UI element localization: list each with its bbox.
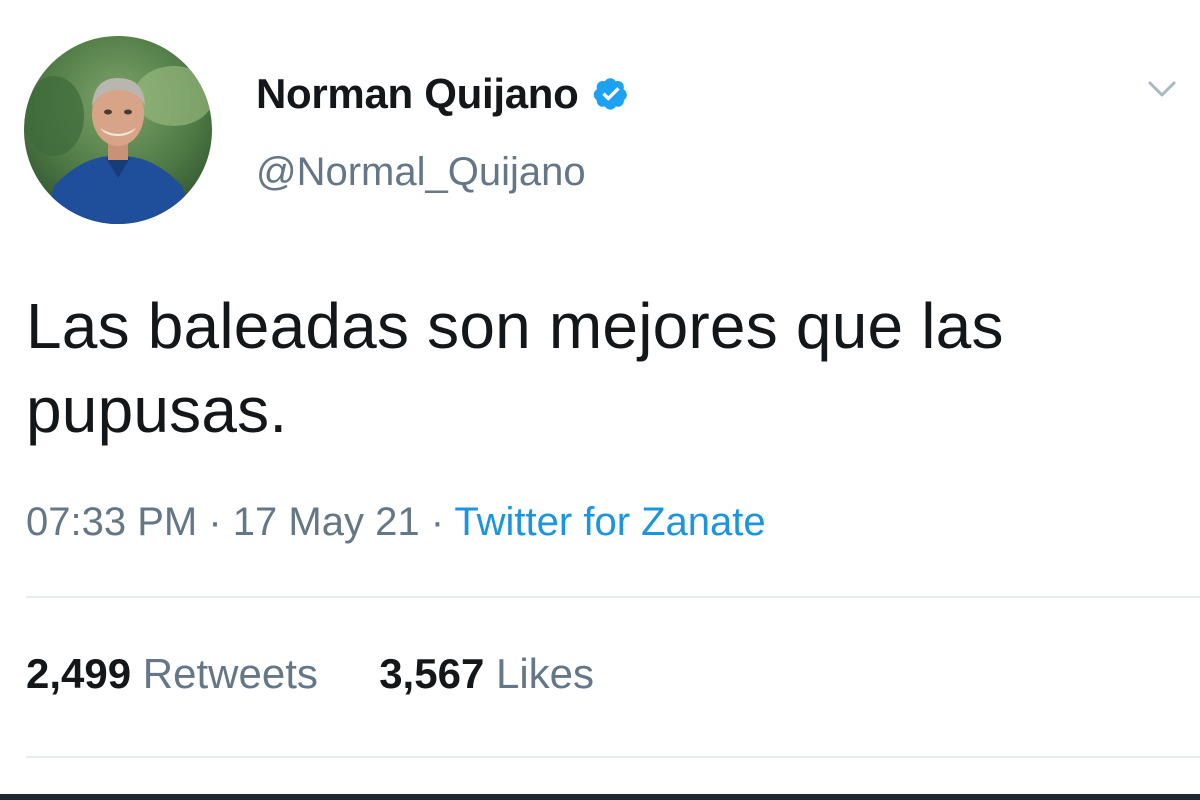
divider [26,596,1200,598]
retweets-stat[interactable]: 2,499 Retweets [26,650,330,697]
tweet-time[interactable]: 07:33 PM [26,500,197,544]
likes-label: Likes [495,650,595,697]
retweets-count: 2,499 [26,650,132,697]
tweet-stats: 2,499 Retweets 3,567 Likes [26,650,594,698]
tweet-card: Norman Quijano @Normal_Quijano Las balea… [0,0,1200,800]
user-handle[interactable]: @Normal_Quijano [256,150,586,195]
divider [26,756,1200,758]
user-name-row: Norman Quijano [256,64,629,124]
retweets-label: Retweets [142,650,318,697]
meta-separator: · [208,500,222,544]
likes-stat[interactable]: 3,567 Likes [368,650,595,697]
avatar-image [24,36,212,224]
tweet-date[interactable]: 17 May 21 [233,500,420,544]
verified-badge-icon [593,78,627,110]
meta-separator: · [430,500,445,544]
chevron-down-icon[interactable] [1144,74,1180,104]
tweet-text: Las baleadas son mejores que las pupusas… [26,290,1004,446]
display-name[interactable]: Norman Quijano [256,70,579,118]
bottom-bar [0,794,1200,800]
avatar[interactable] [24,36,212,224]
tweet-meta: 07:33 PM · 17 May 21 · Twitter for Zanat… [26,500,766,545]
tweet-source-link[interactable]: Twitter for Zanate [454,500,765,544]
likes-count: 3,567 [379,650,485,697]
